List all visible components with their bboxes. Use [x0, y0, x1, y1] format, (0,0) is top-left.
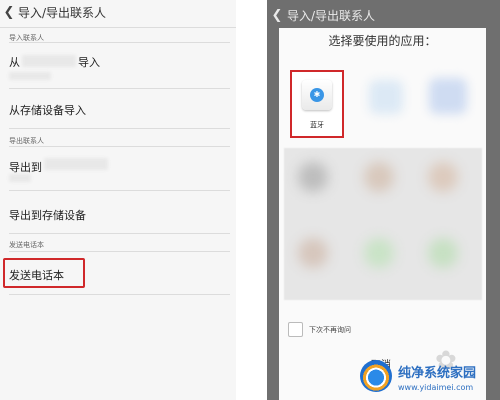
section-export: 导出联系人: [9, 137, 44, 145]
divider: [9, 233, 230, 234]
redacted-subtext: [9, 72, 51, 80]
blurred-app-icon[interactable]: [428, 238, 458, 268]
dimmed-header-bar: ❮ 导入/导出联系人: [267, 0, 500, 30]
watermark-text: 纯净系统家园: [398, 366, 477, 381]
blurred-app-icon[interactable]: [298, 162, 328, 192]
blurred-app-icon[interactable]: [428, 162, 458, 192]
dimmed-page-title: 导入/导出联系人: [287, 8, 376, 23]
back-arrow-icon[interactable]: ❮: [267, 8, 287, 23]
dont-ask-again-label: 下次不再询问: [309, 326, 351, 334]
import-from-storage-item[interactable]: 从存储设备导入: [9, 102, 86, 118]
dialog-title: 选择要使用的应用：: [328, 34, 437, 48]
import-from-suffix: 导入: [78, 56, 100, 69]
header-bar: ❮ 导入/导出联系人: [0, 0, 236, 25]
redacted-account: [44, 158, 108, 170]
blurred-app-grid: [284, 148, 482, 300]
watermark-url: www.yidaimei.com: [398, 383, 474, 392]
page-title: 导入/导出联系人: [18, 6, 107, 20]
redacted-subtext: [9, 174, 31, 182]
section-send: 发送电话本: [9, 241, 44, 249]
left-screen: ❮ 导入/导出联系人 导入联系人 从 导入 从存储设备导入 导出联系人 导出到 …: [0, 0, 236, 400]
divider: [9, 251, 230, 252]
bluetooth-icon: ✱: [302, 80, 332, 110]
divider: [9, 146, 230, 147]
blurred-app-icon[interactable]: [369, 80, 403, 114]
dont-ask-again-checkbox[interactable]: [288, 322, 303, 337]
bluetooth-symbol-icon: ✱: [310, 88, 324, 102]
divider: [9, 42, 230, 43]
divider: [9, 88, 230, 89]
blurred-app-icon[interactable]: [429, 78, 467, 114]
right-screen: ❮ 导入/导出联系人 选择要使用的应用： ✱ 蓝牙 下次不再询问 取消 ✿: [267, 0, 500, 400]
divider: [9, 128, 230, 129]
blurred-app-icon[interactable]: [364, 238, 394, 268]
app-chooser-dialog: 选择要使用的应用： ✱ 蓝牙 下次不再询问 取消 ✿: [279, 28, 486, 400]
export-to-label: 导出到: [9, 161, 42, 174]
bluetooth-label: 蓝牙: [310, 121, 324, 129]
highlight-box: [3, 258, 85, 288]
redacted-account: [22, 55, 76, 67]
blurred-app-icon[interactable]: [298, 238, 328, 268]
bluetooth-app-option[interactable]: ✱ 蓝牙: [290, 70, 344, 138]
header-divider: [0, 27, 236, 28]
divider: [9, 294, 230, 295]
site-watermark: 纯净系统家园 www.yidaimei.com: [350, 358, 500, 400]
export-to-storage-item[interactable]: 导出到存储设备: [9, 207, 86, 223]
back-arrow-icon[interactable]: ❮: [0, 0, 18, 25]
watermark-logo-icon: [360, 360, 392, 392]
divider: [9, 190, 230, 191]
import-from-prefix: 从: [9, 56, 20, 69]
blurred-app-icon[interactable]: [364, 162, 394, 192]
